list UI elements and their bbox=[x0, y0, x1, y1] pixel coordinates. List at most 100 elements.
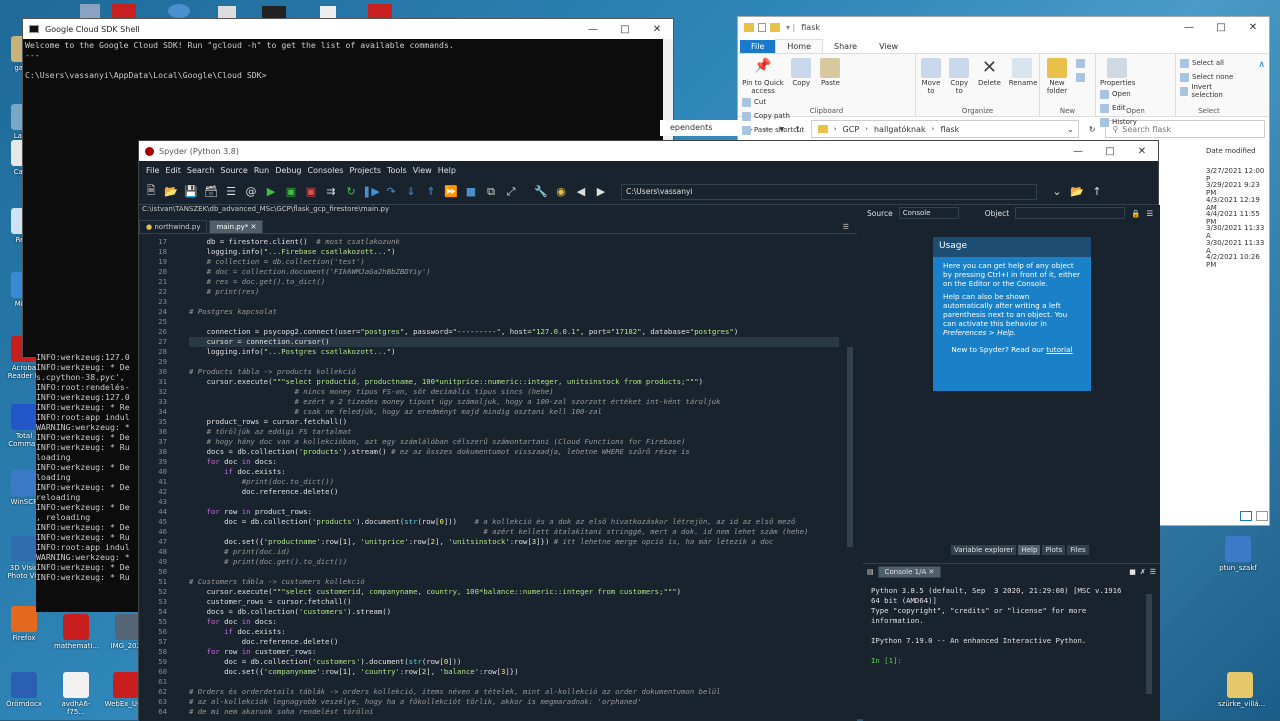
paste-button[interactable]: Paste bbox=[818, 56, 842, 87]
ribbon-tab-share[interactable]: Share bbox=[823, 40, 868, 53]
rerun-icon[interactable]: ↻ bbox=[343, 184, 359, 200]
run-selection-icon[interactable]: ⇉ bbox=[323, 184, 339, 200]
list-icon[interactable]: ☰ bbox=[223, 184, 239, 200]
copy-to-button[interactable]: Copy to bbox=[948, 56, 970, 95]
ipython-console[interactable]: ▤ Console 1/A ✕ ■ ✗ ☰ Python 3.8.5 (defa… bbox=[863, 563, 1160, 721]
close-icon[interactable]: ✕ bbox=[1237, 22, 1269, 33]
code-line[interactable]: # print(res) bbox=[189, 287, 839, 297]
code-line[interactable]: # Customers tábla -> customers kollekció bbox=[189, 577, 839, 587]
at-icon[interactable]: @ bbox=[243, 184, 259, 200]
chevron-down-icon[interactable]: ⌄ bbox=[1049, 184, 1065, 200]
explorer-titlebar[interactable]: ▾ | flask — □ ✕ bbox=[738, 17, 1269, 37]
code-line[interactable]: docs = db.collection('customers').stream… bbox=[189, 607, 839, 617]
desktop-shortcut-icon[interactable] bbox=[80, 4, 100, 18]
desktop-icon[interactable]: mathemati... bbox=[54, 614, 99, 650]
cmd-titlebar[interactable]: Google Cloud SDK Shell — □ ✕ bbox=[23, 19, 673, 39]
clear-console-icon[interactable]: ✗ bbox=[1140, 568, 1146, 576]
console-options-icon[interactable]: ☰ bbox=[1150, 568, 1156, 576]
python-path-icon[interactable]: ◉ bbox=[553, 184, 569, 200]
tab-help[interactable]: Help bbox=[1018, 545, 1041, 555]
code-editor[interactable]: 17 18 19 20 21 22 23 24 25 26 27 28 29 30 31 32 33 34 35 36… bbox=[139, 237, 857, 721]
delete-button[interactable]: ✕ Delete bbox=[976, 56, 1002, 88]
editor-scrollbar[interactable] bbox=[847, 347, 853, 547]
step-into-icon[interactable]: ⇓ bbox=[403, 184, 419, 200]
desktop-shortcut-icon[interactable] bbox=[168, 4, 190, 18]
run-cell-advance-icon[interactable]: ▣ bbox=[303, 184, 319, 200]
minimize-icon[interactable]: — bbox=[577, 24, 609, 35]
code-line[interactable]: for doc in docs: bbox=[189, 617, 839, 627]
code-line[interactable]: doc = db.collection('customers').documen… bbox=[189, 657, 839, 667]
code-line[interactable]: # collection = db.collection('test') bbox=[189, 257, 839, 267]
properties-button[interactable]: Properties bbox=[1100, 56, 1135, 87]
code-line[interactable]: cursor.execute("""select customerid, com… bbox=[189, 587, 839, 597]
code-line[interactable]: for row in product_rows: bbox=[189, 507, 839, 517]
maximize-icon[interactable]: □ bbox=[609, 24, 641, 35]
code-line[interactable]: # print(doc.id) bbox=[189, 547, 839, 557]
stop-console-icon[interactable]: ■ bbox=[1129, 568, 1136, 576]
menu-projects[interactable]: Projects bbox=[346, 166, 384, 175]
save-all-icon[interactable]: 🗃 bbox=[203, 184, 219, 200]
code-line[interactable]: db = firestore.client() # most csatlakoz… bbox=[189, 237, 839, 247]
pin-quick-access-button[interactable]: 📌 Pin to Quick access bbox=[742, 56, 784, 95]
breadcrumb-chevron-icon[interactable]: › bbox=[932, 125, 935, 133]
stop-icon[interactable]: ■ bbox=[463, 184, 479, 200]
code-line[interactable]: logging.info("...Firebase csatlakozott..… bbox=[189, 247, 839, 257]
tab-northwind[interactable]: ● northwind.py bbox=[139, 220, 208, 233]
code-line[interactable]: # csak ne feledjük, hogy az eredményt ma… bbox=[189, 407, 839, 417]
code-line[interactable]: # nincs money típus FS-on, sőt decimális… bbox=[189, 387, 839, 397]
tutorial-link[interactable]: tutorial bbox=[1046, 345, 1072, 354]
desktop-shortcut-icon[interactable] bbox=[112, 4, 136, 18]
cmd-output[interactable]: Welcome to the Google Cloud SDK! Run "gc… bbox=[23, 39, 673, 81]
back-arrow-icon[interactable]: ◀ bbox=[573, 184, 589, 200]
new-folder-icon[interactable] bbox=[770, 22, 780, 32]
tab-plots[interactable]: Plots bbox=[1042, 545, 1066, 555]
chevron-down-icon[interactable]: ⌄ bbox=[1067, 125, 1074, 134]
code-line[interactable]: product_rows = cursor.fetchall() bbox=[189, 417, 839, 427]
new-folder-button[interactable]: New folder bbox=[1044, 56, 1070, 95]
run-icon[interactable]: ▶ bbox=[263, 184, 279, 200]
forward-arrow-icon[interactable]: ▶ bbox=[593, 184, 609, 200]
refresh-icon[interactable]: ↻ bbox=[1089, 125, 1096, 134]
continue-icon[interactable]: ⏩ bbox=[443, 184, 459, 200]
maximize-icon[interactable]: □ bbox=[1094, 146, 1126, 157]
menu-search[interactable]: Search bbox=[184, 166, 217, 175]
select-all-button[interactable]: Select all bbox=[1180, 56, 1242, 70]
desktop-shortcut-icon[interactable] bbox=[218, 6, 236, 18]
open-button[interactable]: Open bbox=[1100, 87, 1138, 101]
code-line[interactable]: # print(doc.get().to_dict()) bbox=[189, 557, 839, 567]
minimize-icon[interactable]: — bbox=[1062, 146, 1094, 157]
open-file-icon[interactable]: 📂 bbox=[163, 184, 179, 200]
code-line[interactable]: # hogy hány doc van a kollekcióban, azt … bbox=[189, 437, 839, 447]
desktop-icon[interactable]: Örömdocx bbox=[2, 672, 46, 708]
breadcrumb-chevron-icon[interactable]: › bbox=[834, 125, 837, 133]
paste-shortcut-button[interactable]: Paste shortcut bbox=[742, 123, 810, 137]
code-line[interactable]: # töröljük az eddigi FS tartalmat bbox=[189, 427, 839, 437]
breadcrumb-hallgatoknak[interactable]: hallgatóknak bbox=[874, 125, 926, 134]
code-line[interactable]: #print(doc.to_dict()) bbox=[189, 477, 839, 487]
close-icon[interactable]: ✕ bbox=[251, 223, 257, 231]
code-content[interactable]: db = firestore.client() # most csatlakoz… bbox=[189, 237, 839, 717]
new-file-icon[interactable]: 🗎 bbox=[143, 184, 159, 200]
lock-icon[interactable]: 🔒 bbox=[1131, 209, 1140, 218]
copy-button[interactable]: Copy bbox=[790, 56, 812, 87]
desktop-shortcut-icon[interactable] bbox=[320, 6, 336, 18]
help-options-icon[interactable]: ☰ bbox=[1147, 209, 1154, 218]
code-line[interactable]: # ezért a 2 tizedes money típust úgy szá… bbox=[189, 397, 839, 407]
tab-files[interactable]: Files bbox=[1067, 545, 1089, 555]
editor-options-icon[interactable]: ☰ bbox=[837, 221, 855, 233]
fullscreen-icon[interactable]: ⤢ bbox=[503, 184, 519, 200]
menu-tools[interactable]: Tools bbox=[384, 166, 410, 175]
code-line[interactable] bbox=[189, 567, 839, 577]
code-line[interactable]: # Products tábla -> products kollekció bbox=[189, 367, 839, 377]
desktop-icon[interactable]: ptun_szakf bbox=[1216, 536, 1260, 572]
address-bar[interactable]: › GCP › hallgatóknak › flask ⌄ bbox=[810, 120, 1079, 138]
code-line[interactable]: doc = db.collection('products').document… bbox=[189, 517, 839, 527]
console-scrollbar[interactable] bbox=[1146, 594, 1152, 694]
wrench-icon[interactable]: 🔧 bbox=[533, 184, 549, 200]
menu-help[interactable]: Help bbox=[435, 166, 459, 175]
file-date-modified[interactable]: 4/2/2021 10:26 PM bbox=[1206, 253, 1269, 269]
code-line[interactable] bbox=[189, 297, 839, 307]
menu-source[interactable]: Source bbox=[217, 166, 250, 175]
code-line[interactable] bbox=[189, 357, 839, 367]
qat-dropdown-icon[interactable]: ▾ | bbox=[786, 23, 795, 32]
